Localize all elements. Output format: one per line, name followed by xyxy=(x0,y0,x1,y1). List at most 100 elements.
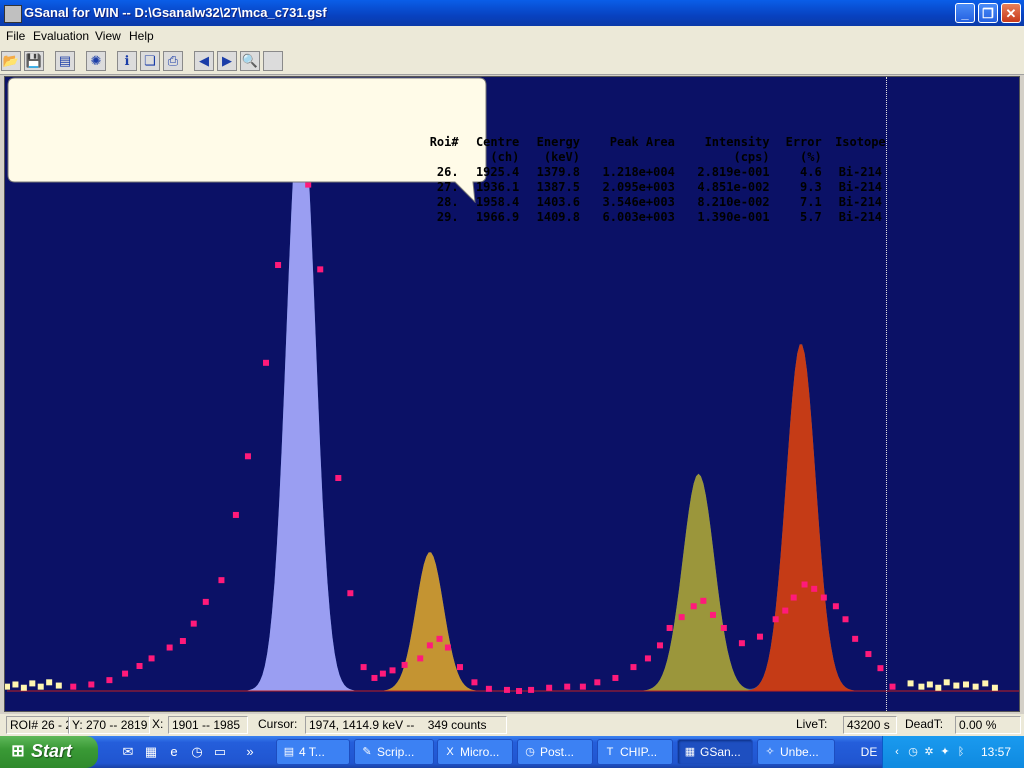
open-icon[interactable]: 📂 xyxy=(1,51,21,71)
data-point-outside xyxy=(935,684,942,691)
data-point xyxy=(218,577,225,584)
status-cursor-label: Cursor: xyxy=(258,717,298,731)
data-point xyxy=(666,624,673,631)
tray-network-icon[interactable]: ✲ xyxy=(921,744,937,760)
data-point xyxy=(772,616,779,623)
data-point xyxy=(244,453,251,460)
tray-update-icon[interactable]: ✦ xyxy=(937,744,953,760)
status-bar: ROI# 26 - 29 Y: 270 -- 2819 X: 1901 -- 1… xyxy=(0,714,1024,736)
task-label: CHIP... xyxy=(620,745,658,759)
cell-roi: 27. xyxy=(436,180,459,194)
data-point xyxy=(756,633,763,640)
tray-chevron-icon[interactable]: ‹ xyxy=(889,744,905,760)
data-point-outside xyxy=(953,682,960,689)
task-group-4[interactable]: ▤ 4 T... xyxy=(276,739,350,765)
copy-icon[interactable]: ❏ xyxy=(140,51,160,71)
tray-bluetooth-icon[interactable]: ᛒ xyxy=(953,744,969,760)
cell-peak-area: 2.095e+003 xyxy=(602,180,675,194)
task-scrip[interactable]: ✎ Scrip... xyxy=(354,739,434,765)
tray-clock: 13:57 xyxy=(980,745,1011,759)
tray-clock-icon[interactable]: ◷ xyxy=(905,744,921,760)
data-point xyxy=(379,670,386,677)
data-point xyxy=(700,597,707,604)
data-point xyxy=(335,475,342,482)
data-point xyxy=(436,635,443,642)
status-cursor-counts: 349 counts xyxy=(427,718,487,732)
cell-isotope: Bi-214 xyxy=(838,165,883,179)
data-point xyxy=(811,585,818,592)
zoom-icon[interactable]: 🔍 xyxy=(240,51,260,71)
status-deadt-value: 0.00 % xyxy=(955,716,1021,734)
task-micro[interactable]: X Micro... xyxy=(437,739,513,765)
data-point xyxy=(656,642,663,649)
spectrum-icon[interactable]: ▤ xyxy=(55,51,75,71)
task-icon: ▤ xyxy=(283,746,295,758)
maximize-button[interactable]: ❐ xyxy=(978,3,998,23)
task-gsanal[interactable]: ▦ GSan... xyxy=(677,739,753,765)
task-icon: T xyxy=(606,746,614,758)
data-point-outside xyxy=(907,680,914,687)
menu-help[interactable]: Help xyxy=(129,29,154,43)
cmd-icon[interactable]: ▭ xyxy=(212,744,228,760)
save-icon[interactable]: 💾 xyxy=(24,51,44,71)
print-icon[interactable]: ⎙ xyxy=(163,51,183,71)
taskbar: ⊞ Start ✉ ▦ e ◷ ▭ » ▤ 4 T... ✎ Scrip... … xyxy=(0,736,1024,768)
quicklaunch-overflow[interactable]: » xyxy=(242,744,258,760)
cell-intensity: 1.390e-001 xyxy=(697,210,770,224)
arrow-right-icon[interactable]: ▶ xyxy=(217,51,237,71)
system-tray: ‹ ◷ ✲ ✦ ᛒ 13:57 xyxy=(882,736,1024,768)
start-button[interactable]: ⊞ Start xyxy=(0,736,98,768)
task-chip[interactable]: T CHIP... xyxy=(597,739,673,765)
info-icon[interactable]: ℹ xyxy=(117,51,137,71)
data-point xyxy=(148,655,155,662)
data-point xyxy=(389,667,396,674)
data-point-outside xyxy=(918,683,925,690)
minimize-button[interactable]: _ xyxy=(955,3,975,23)
settings-icon[interactable]: ✺ xyxy=(86,51,106,71)
data-point-outside xyxy=(5,683,10,690)
data-point xyxy=(202,598,209,605)
outlook-icon[interactable]: ✉ xyxy=(120,744,136,760)
col-isotope: Isotope xyxy=(835,135,886,149)
table-row: 28. 1958.4 1403.6 3.546e+003 8.210e-002 … xyxy=(419,195,895,210)
data-point xyxy=(516,688,523,694)
cell-error: 5.7 xyxy=(800,210,822,224)
menu-evaluation[interactable]: Evaluation xyxy=(33,29,89,43)
task-post[interactable]: ◷ Post... xyxy=(517,739,593,765)
data-point xyxy=(644,655,651,662)
data-point-outside xyxy=(943,679,950,686)
data-point xyxy=(401,661,408,668)
cell-peak-area: 6.003e+003 xyxy=(602,210,675,224)
language-indicator[interactable]: DE xyxy=(858,736,880,768)
arrow-left-icon[interactable]: ◀ xyxy=(194,51,214,71)
table-row: 27. 1936.1 1387.5 2.095e+003 4.851e-002 … xyxy=(419,180,895,195)
table-row: 26. 1925.4 1379.8 1.218e+004 2.819e-001 … xyxy=(419,165,895,180)
data-point xyxy=(417,655,424,662)
data-point xyxy=(801,581,808,588)
data-point xyxy=(865,651,872,658)
data-point xyxy=(564,683,571,690)
menu-file[interactable]: File xyxy=(6,29,25,43)
ie-icon[interactable]: e xyxy=(166,744,182,760)
calculator-icon[interactable]: ▦ xyxy=(143,744,159,760)
task-unbe[interactable]: ✧ Unbe... xyxy=(757,739,835,765)
data-point xyxy=(820,594,827,601)
blank-icon[interactable] xyxy=(263,51,283,71)
clock-app-icon[interactable]: ◷ xyxy=(189,744,205,760)
data-point-outside xyxy=(991,684,998,691)
app-icon[interactable] xyxy=(4,5,22,23)
spectrum-plot[interactable]: Roi# Centre (ch) Energy (keV) Peak Area In… xyxy=(4,76,1020,712)
data-point xyxy=(179,638,186,645)
data-point xyxy=(275,262,282,269)
toolbar: 📂 💾 ▤ ✺ ℹ ❏ ⎙ ◀ ▶ 🔍 xyxy=(0,46,1024,75)
cell-intensity: 4.851e-002 xyxy=(697,180,770,194)
data-point xyxy=(317,266,324,273)
task-label: 4 T... xyxy=(299,745,325,759)
data-point xyxy=(70,683,77,690)
data-point xyxy=(546,684,553,691)
data-point xyxy=(738,640,745,647)
cell-error: 7.1 xyxy=(800,195,822,209)
task-label: GSan... xyxy=(700,745,741,759)
menu-view[interactable]: View xyxy=(95,29,121,43)
close-button[interactable]: ✕ xyxy=(1001,3,1021,23)
